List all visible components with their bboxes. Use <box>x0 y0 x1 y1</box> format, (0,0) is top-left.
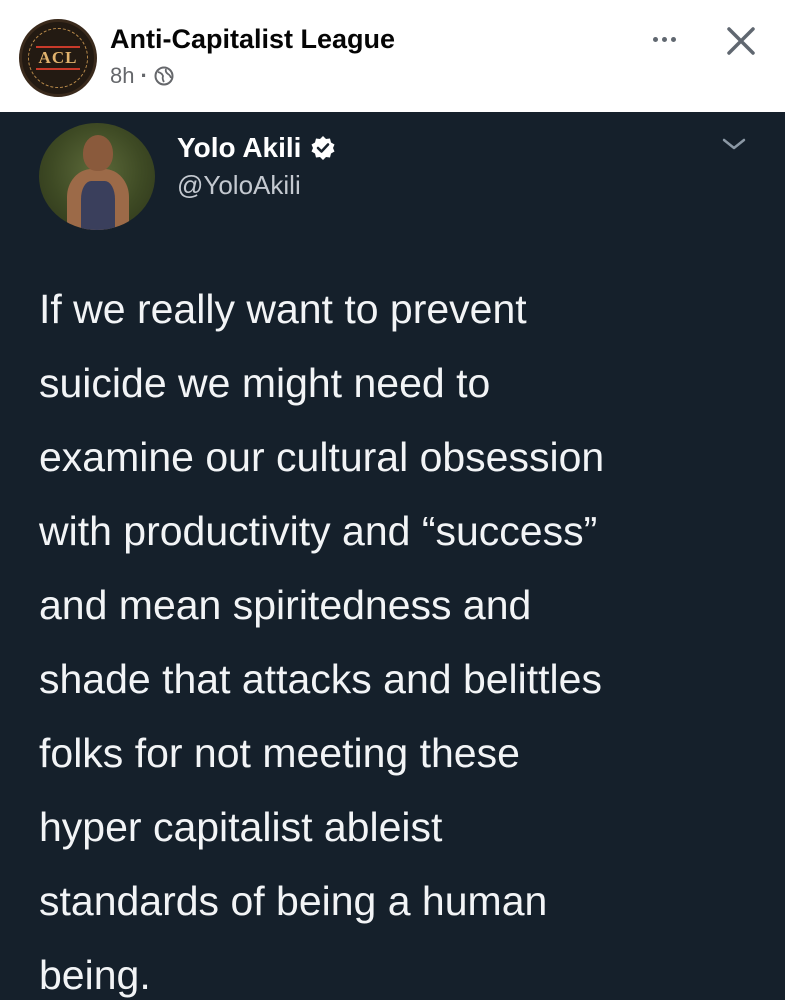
author-handle: @YoloAkili <box>177 170 301 200</box>
meta-separator: · <box>140 63 148 88</box>
globe-icon[interactable] <box>154 66 174 86</box>
tweet-body: If we really want to prevent suicide we … <box>39 272 759 1000</box>
post-meta: 8h · <box>110 63 174 89</box>
page-name[interactable]: Anti-Capitalist League <box>110 24 395 55</box>
author-name-text: Yolo Akili <box>177 132 302 163</box>
tweet-line: shade that attacks and belittles <box>39 656 602 702</box>
post-header: ACL Anti-Capitalist League 8h · <box>0 0 785 112</box>
tweet-line: standards of being a human <box>39 878 548 924</box>
chevron-down-icon <box>720 134 748 154</box>
tweet-line: and mean spiritedness and <box>39 582 532 628</box>
tweet-screenshot: Yolo Akili @YoloAkili If we really want … <box>0 112 785 1000</box>
tweet-line: suicide we might need to <box>39 360 491 406</box>
more-options-icon[interactable] <box>642 24 686 54</box>
post-timestamp[interactable]: 8h <box>110 63 134 89</box>
tweet-line: hyper capitalist ableist <box>39 804 443 850</box>
tweet-line: If we really want to prevent <box>39 286 527 332</box>
tweet-line: folks for not meeting these <box>39 730 520 776</box>
close-icon[interactable] <box>718 18 764 64</box>
tweet-line: being. <box>39 952 151 998</box>
logo-text: ACL <box>35 46 81 70</box>
tweet-line: with productivity and “success” <box>39 508 598 554</box>
page-avatar[interactable]: ACL <box>19 19 97 97</box>
author-name: Yolo Akili <box>177 132 336 164</box>
author-avatar <box>39 123 155 230</box>
tweet-line: examine our cultural obsession <box>39 434 605 480</box>
verified-badge-icon <box>310 135 336 161</box>
